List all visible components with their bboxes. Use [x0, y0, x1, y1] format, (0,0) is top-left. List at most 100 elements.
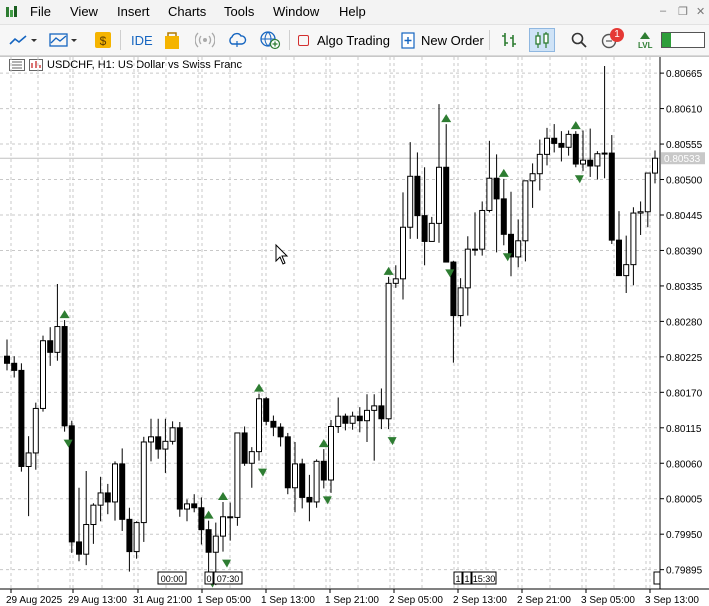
candle-body	[162, 440, 169, 450]
line-chart-dropdown[interactable]	[8, 28, 38, 52]
candle-body	[277, 426, 284, 438]
trade-arrow-up-icon	[498, 168, 509, 177]
candle-body	[40, 340, 46, 409]
minimize-icon[interactable]: –	[660, 5, 666, 17]
trade-arrow-up-icon	[383, 266, 394, 275]
candle-body	[601, 152, 608, 155]
candle	[256, 393, 262, 461]
menu-tools[interactable]: Tools	[224, 4, 254, 19]
price-label: 0.80445	[666, 211, 703, 222]
candle	[652, 150, 658, 184]
candlestick-chart-button[interactable]	[529, 28, 555, 52]
signals-button[interactable]	[195, 28, 215, 52]
candle-body	[328, 425, 334, 481]
chart-shift-marker[interactable]	[653, 571, 661, 585]
candlestick-chart[interactable]: 0.80665 0.80610 0.80555 0.80500 0.80445 0.803…	[0, 57, 709, 605]
ide-button[interactable]: IDE	[131, 28, 153, 52]
candle	[558, 131, 565, 162]
shopping-bag-button[interactable]	[163, 28, 181, 52]
level-arrow-icon	[640, 31, 651, 39]
candle-body	[54, 326, 61, 353]
candle-body	[608, 152, 615, 241]
time-label: 31 Aug 21:00	[133, 595, 192, 605]
algo-trading-label: Algo Trading	[317, 32, 390, 48]
bar-chart-button[interactable]	[499, 28, 519, 52]
price-label: 0.80390	[666, 246, 703, 257]
menu-window[interactable]: Window	[273, 4, 319, 19]
candle	[601, 66, 608, 179]
candle-body	[500, 198, 507, 235]
candle-body	[580, 159, 586, 165]
candle-body	[112, 463, 118, 503]
candle-body	[529, 173, 536, 182]
candle	[544, 127, 550, 166]
candle-body	[284, 436, 291, 489]
time-label: 1 Sep 21:00	[325, 595, 379, 605]
menu-view[interactable]: View	[70, 4, 98, 19]
time-axis: 29 Aug 2025 29 Aug 13:00 31 Aug 21:00 1 Sep…	[6, 589, 699, 605]
vps-button[interactable]	[227, 28, 247, 52]
indicators-dropdown[interactable]	[48, 28, 78, 52]
community-button[interactable]	[259, 28, 281, 52]
session-marker-label: 07:30	[217, 574, 240, 584]
candle-body	[637, 211, 644, 214]
candle	[385, 276, 392, 430]
new-order-button[interactable]: New Order	[401, 28, 484, 52]
candle	[378, 388, 385, 430]
indicators-icon	[49, 33, 68, 47]
candle	[572, 131, 579, 168]
candle	[349, 411, 356, 430]
new-order-icon	[401, 31, 415, 49]
candle-body	[176, 427, 183, 510]
candle	[428, 216, 435, 242]
candle	[40, 335, 46, 412]
menu-help[interactable]: Help	[339, 4, 366, 19]
menu-insert[interactable]: Insert	[117, 4, 150, 19]
search-button[interactable]	[570, 28, 588, 52]
candle-body	[392, 278, 399, 284]
candle-body	[623, 264, 630, 277]
time-label: 2 Sep 13:00	[453, 595, 507, 605]
candle	[90, 503, 97, 544]
candle	[515, 219, 522, 268]
menu-charts[interactable]: Charts	[168, 4, 206, 19]
price-label: 0.80555	[666, 140, 703, 151]
candle-body	[349, 415, 356, 424]
candle	[277, 423, 284, 447]
time-label: 2 Sep 05:00	[389, 595, 443, 605]
candle	[580, 130, 586, 172]
stop-icon	[298, 34, 309, 46]
candle-body	[90, 504, 97, 526]
market-button[interactable]: $	[94, 28, 112, 52]
candle-body	[227, 516, 234, 519]
candle	[587, 128, 594, 177]
candle	[637, 201, 644, 235]
candle-body	[421, 215, 428, 242]
candle-body	[263, 398, 270, 422]
account-level-button[interactable]: LVL	[638, 28, 653, 52]
candle	[450, 260, 457, 363]
candle-body	[436, 166, 442, 224]
new-order-label: New Order	[421, 32, 484, 48]
price-label: 0.80170	[666, 388, 703, 399]
algo-trading-button[interactable]: Algo Trading	[298, 28, 390, 52]
price-label: 0.79950	[666, 530, 703, 541]
candle-body	[536, 153, 543, 175]
notifications-button[interactable]: 1	[601, 28, 624, 52]
candle-body	[47, 340, 54, 353]
candle-body	[414, 175, 421, 217]
candle	[364, 394, 370, 442]
menu-file[interactable]: File	[30, 4, 51, 19]
candle	[205, 520, 212, 572]
candle-body	[515, 240, 522, 258]
mt5-logo-icon[interactable]	[4, 4, 20, 20]
candle-body	[443, 166, 450, 263]
candle	[148, 418, 154, 462]
candle	[565, 130, 572, 156]
candle-body	[126, 518, 133, 553]
candle	[472, 212, 478, 256]
close-icon[interactable]: ✕	[696, 5, 705, 18]
svg-text:$: $	[100, 34, 107, 48]
signal-broadcast-icon	[195, 32, 215, 48]
restore-icon[interactable]: ❐	[678, 5, 688, 18]
